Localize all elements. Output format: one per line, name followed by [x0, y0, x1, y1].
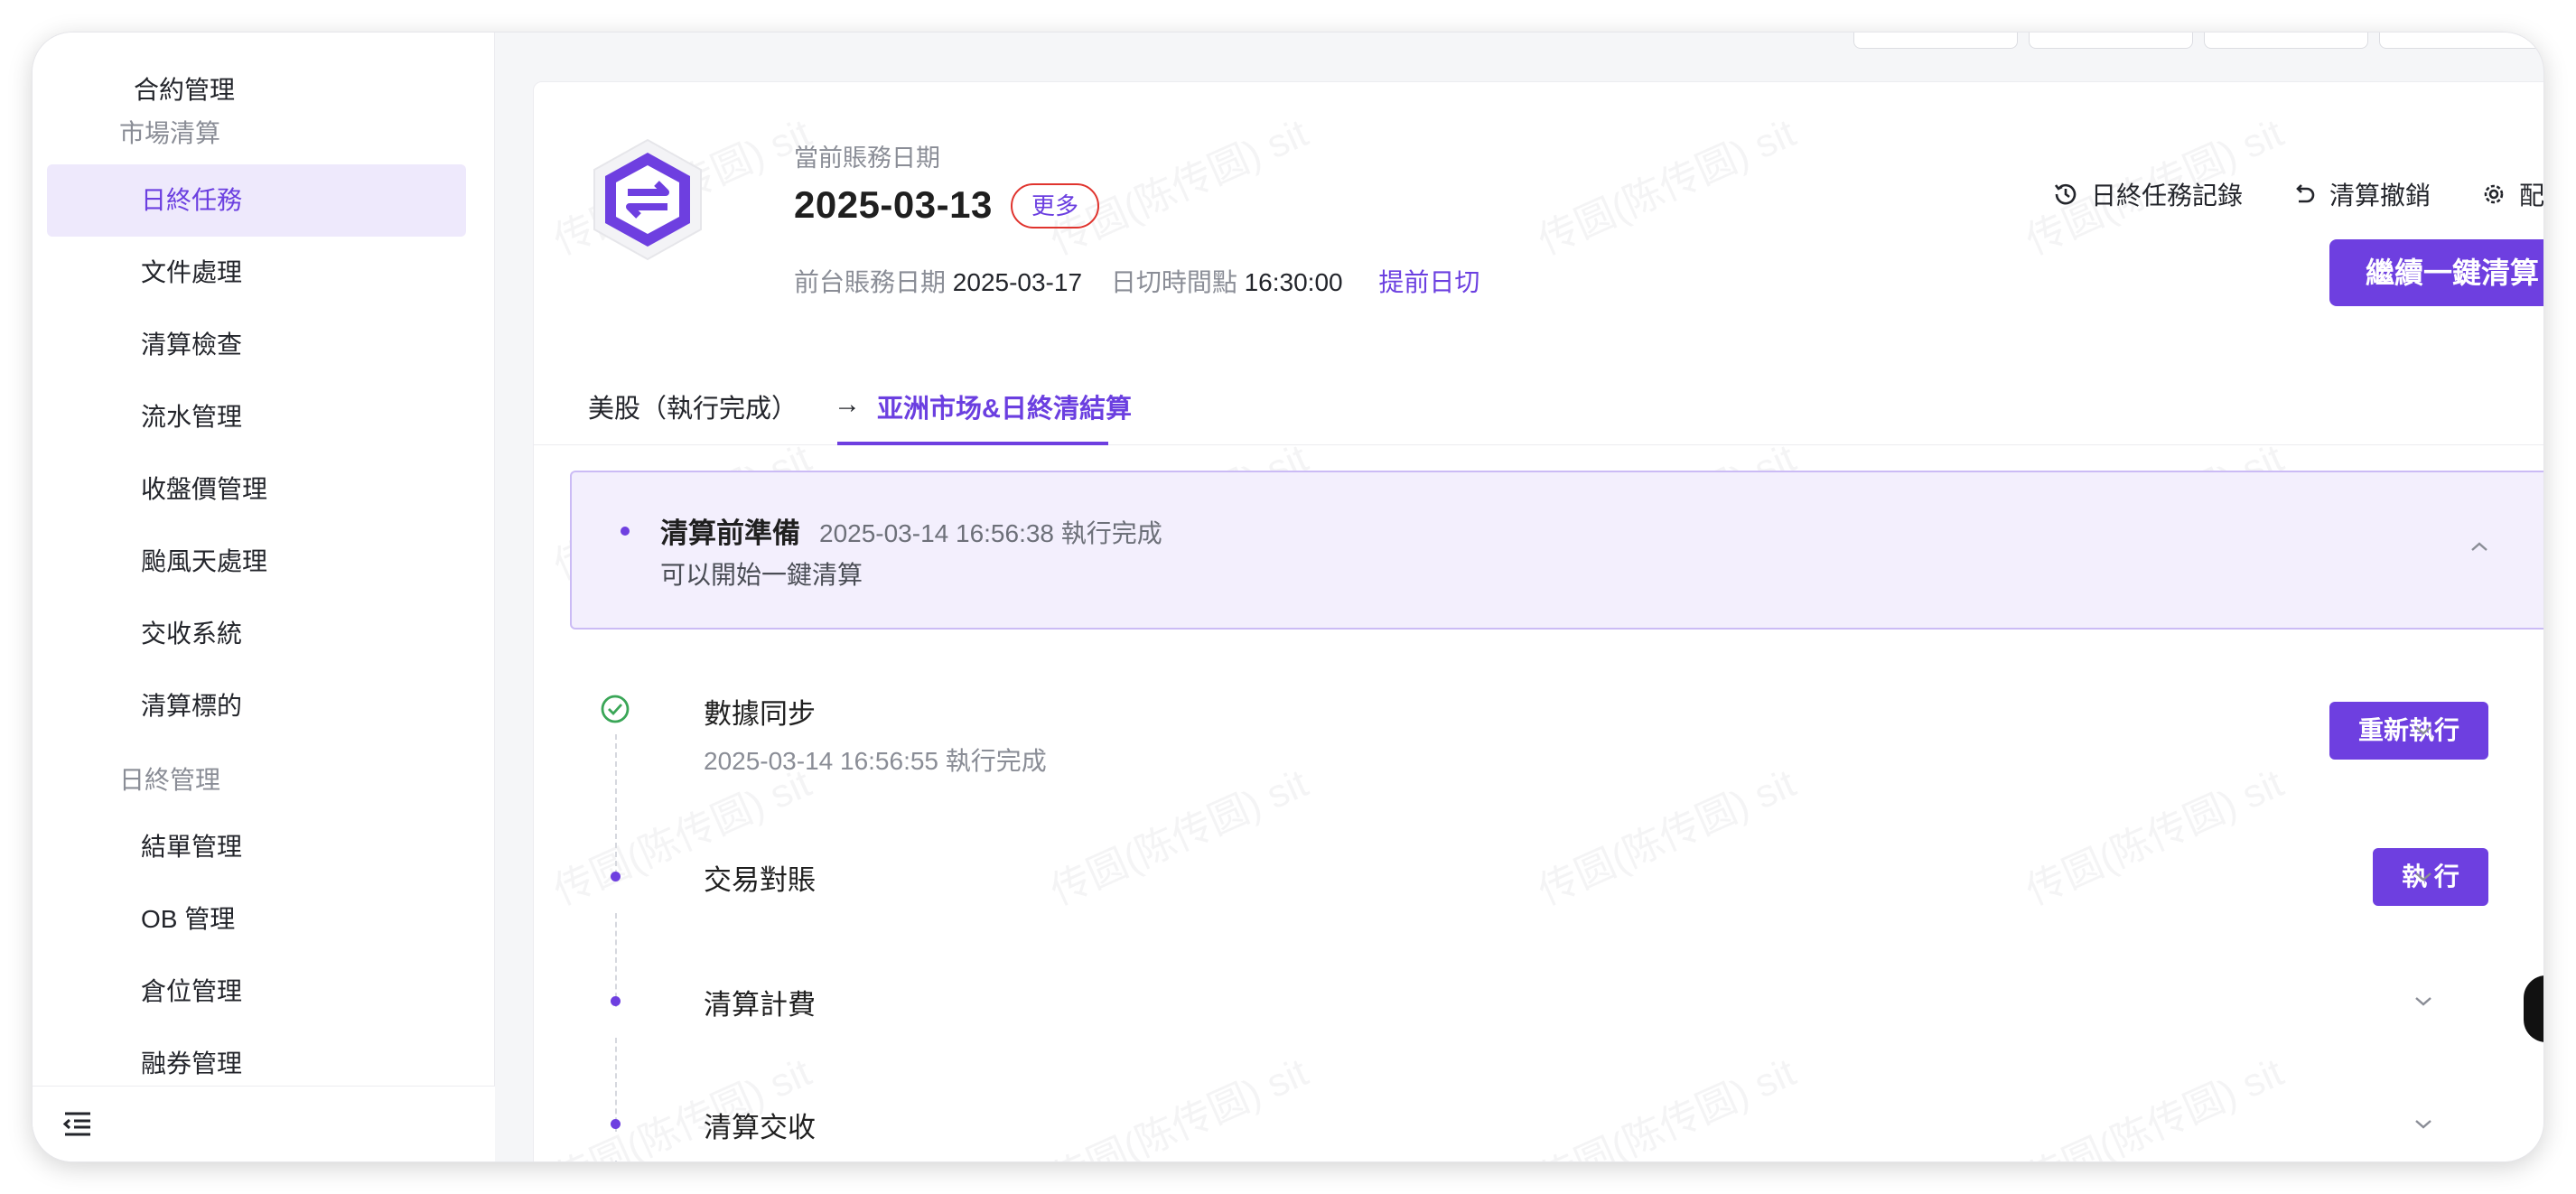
- sidebar-item-contract[interactable]: 合約管理: [47, 54, 466, 126]
- pre-settlement-desc: 可以開始一鍵清算: [660, 561, 863, 589]
- sidebar-footer: [33, 1086, 495, 1161]
- sidebar-item-file[interactable]: 文件處理: [47, 237, 466, 309]
- chevron-up-icon[interactable]: [2469, 539, 2490, 554]
- current-date-label: 當前賬務日期: [794, 145, 940, 172]
- pre-settlement-panel[interactable]: 清算前準備 2025-03-14 16:56:38 執行完成 可以開始一鍵清算: [570, 471, 2543, 630]
- sidebar: 合約管理 市場清算 日終任務 文件處理 清算檢查 流水管理 收盤價管理 颱風天處…: [33, 33, 495, 1161]
- watermark: 传圆(陈传圆) sit: [2020, 1049, 2291, 1161]
- sidebar-group-market[interactable]: 市場清算: [119, 114, 220, 150]
- chevron-down-icon[interactable]: [2413, 994, 2434, 1009]
- step-meta: 2025-03-14 16:56:55 執行完成: [704, 747, 1047, 775]
- sidebar-item-delivery[interactable]: 交收系統: [47, 598, 466, 670]
- step-dot: [611, 1119, 621, 1129]
- top-tab[interactable]: [2029, 33, 2193, 49]
- cutoff-label: 日切時間點: [1110, 268, 1237, 296]
- step-title: 清算交收: [704, 1112, 816, 1143]
- config-label: 配置: [2519, 182, 2543, 210]
- sidebar-item-ob[interactable]: OB 管理: [47, 883, 466, 956]
- front-date: 2025-03-17: [952, 268, 1083, 296]
- watermark: 传圆(陈传圆) sit: [1532, 760, 1803, 914]
- history-icon: [2054, 183, 2077, 205]
- top-tab[interactable]: [2379, 33, 2543, 49]
- sidebar-item-check[interactable]: 清算檢查: [47, 309, 466, 381]
- gear-icon: [2484, 184, 2504, 204]
- config-button[interactable]: 配置: [2479, 176, 2543, 212]
- sidebar-item-close-price[interactable]: 收盤價管理: [47, 453, 466, 526]
- tab-asia-market[interactable]: 亚洲市场&日終清結算: [837, 368, 1132, 445]
- top-tab[interactable]: [1853, 33, 2018, 49]
- step-connector: [615, 913, 617, 1007]
- step-title: 數據同步: [704, 698, 816, 730]
- revoke-label: 清算撤銷: [2329, 182, 2431, 210]
- pre-settlement-meta: 2025-03-14 16:56:38 執行完成: [819, 519, 1162, 547]
- advance-cutoff-link[interactable]: 提前日切: [1378, 268, 1479, 296]
- main-card: 传圆(陈传圆) sit 传圆(陈传圆) sit 传圆(陈传圆) sit 传圆(陈…: [533, 81, 2543, 1161]
- more-button[interactable]: 更多: [1011, 183, 1099, 229]
- step-dot: [611, 996, 621, 1006]
- watermark: 传圆(陈传圆) sit: [1532, 1049, 1803, 1161]
- watermark: 传圆(陈传圆) sit: [1044, 1049, 1315, 1161]
- front-date-label: 前台賬務日期: [794, 268, 947, 296]
- cutoff-time: 16:30:00: [1244, 268, 1343, 296]
- chevron-down-icon[interactable]: [2413, 723, 2434, 738]
- undo-icon: [2296, 184, 2315, 203]
- check-circle-icon: [601, 695, 630, 723]
- history-button[interactable]: 日終任務記錄: [2051, 176, 2243, 212]
- app-window: 合約管理 市場清算 日終任務 文件處理 清算檢查 流水管理 收盤價管理 颱風天處…: [33, 33, 2543, 1161]
- watermark: 传圆(陈传圆) sit: [1532, 110, 1803, 264]
- step-title: 清算計費: [704, 989, 816, 1021]
- menu-collapse-icon[interactable]: [61, 1110, 92, 1137]
- current-date: 2025-03-13: [794, 183, 993, 226]
- sidebar-item-statement[interactable]: 結單管理: [47, 811, 466, 883]
- sidebar-item-flow[interactable]: 流水管理: [47, 381, 466, 453]
- step-dot: [611, 872, 621, 882]
- tab-us-stock[interactable]: 美股（執行完成）: [588, 387, 798, 425]
- watermark: 传圆(陈传圆) sit: [2020, 760, 2291, 914]
- continue-one-click-settlement-button[interactable]: 繼續一鍵清算: [2329, 239, 2543, 306]
- sidebar-item-target[interactable]: 清算標的: [47, 670, 466, 742]
- step-connector: [615, 734, 617, 875]
- chevron-down-icon[interactable]: [2413, 870, 2434, 884]
- history-label: 日終任務記錄: [2091, 182, 2244, 210]
- step-title: 交易對賬: [704, 864, 816, 896]
- sidebar-group-eod[interactable]: 日終管理: [119, 760, 220, 797]
- pre-settlement-title: 清算前準備: [660, 518, 800, 549]
- market-tabs: 美股（執行完成） → 亚洲市场&日終清結算: [534, 368, 2543, 445]
- revoke-button[interactable]: 清算撤銷: [2290, 176, 2431, 212]
- rerun-button[interactable]: 重新執行: [2329, 702, 2488, 760]
- sidebar-item-typhoon[interactable]: 颱風天處理: [47, 526, 466, 598]
- watermark: 传圆(陈传圆) sit: [1044, 760, 1315, 914]
- chevron-down-icon[interactable]: [2413, 1117, 2434, 1132]
- floating-action-button[interactable]: [2524, 975, 2543, 1042]
- top-tab[interactable]: [2204, 33, 2368, 49]
- sidebar-item-position[interactable]: 倉位管理: [47, 956, 466, 1028]
- step-dot: [621, 527, 630, 536]
- exchange-logo-icon: [593, 138, 702, 261]
- date-info-line: 前台賬務日期 2025-03-17 日切時間點 16:30:00 提前日切: [794, 263, 1479, 299]
- sidebar-item-eod-task[interactable]: 日終任務: [47, 164, 466, 237]
- step-connector: [615, 1038, 617, 1132]
